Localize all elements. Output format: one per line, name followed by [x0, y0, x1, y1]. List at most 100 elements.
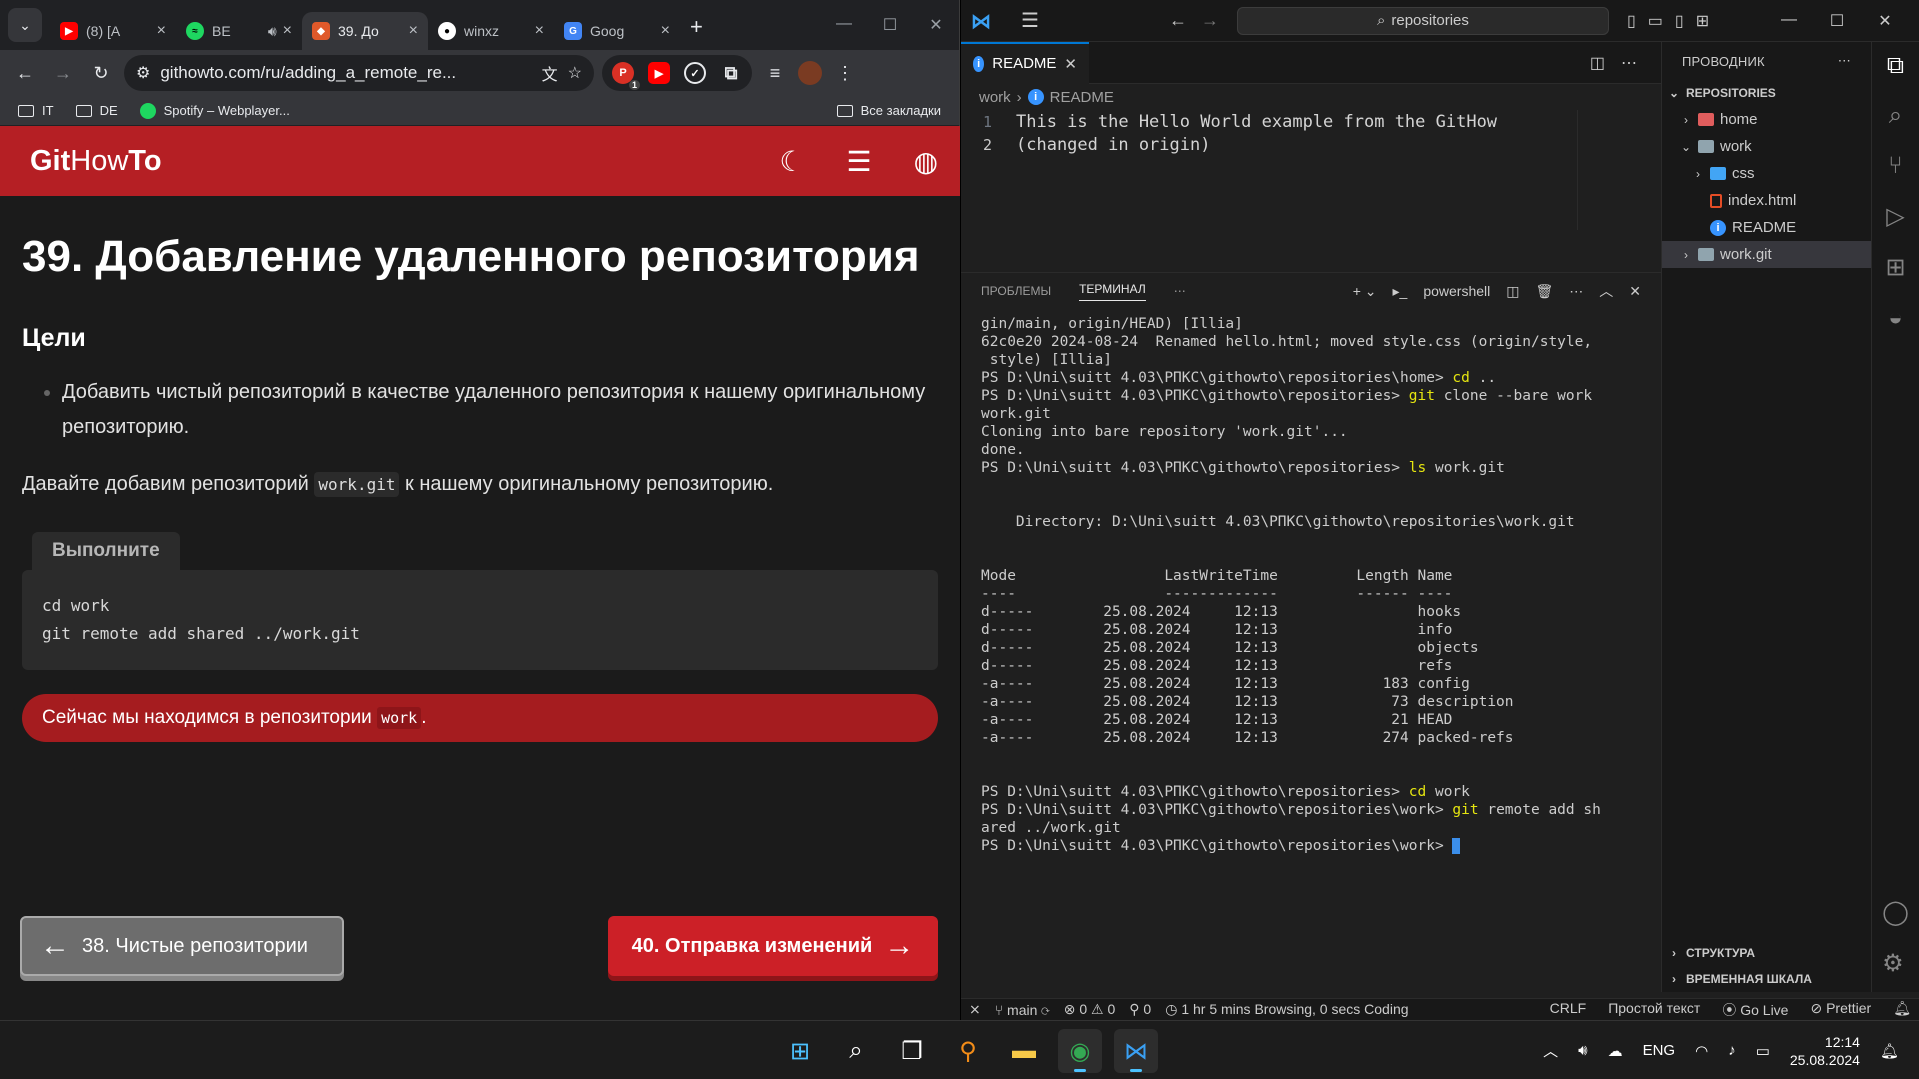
- tab-spotify[interactable]: ≈ BE 🔊︎ ×: [176, 12, 302, 50]
- tab-youtube[interactable]: ▶ (8) [A ×: [50, 12, 176, 50]
- site-logo[interactable]: GitHowTo: [30, 145, 162, 178]
- minimize-icon[interactable]: —: [821, 15, 867, 35]
- go-live-button[interactable]: ⦿ Go Live: [1722, 1000, 1788, 1020]
- more-actions-icon[interactable]: ⋯: [1174, 284, 1186, 298]
- breadcrumb-folder[interactable]: work: [979, 89, 1011, 106]
- close-tab-icon[interactable]: ×: [409, 22, 418, 40]
- maximize-panel-icon[interactable]: ︿: [1599, 281, 1613, 301]
- toggle-panel-icon[interactable]: ▭: [1648, 11, 1663, 31]
- task-view-button[interactable]: ❐: [890, 1029, 934, 1073]
- tree-item-work[interactable]: ⌄ work: [1662, 133, 1871, 160]
- speaker-icon[interactable]: 🔊︎: [1578, 1042, 1587, 1059]
- workspace-root[interactable]: ⌄ REPOSITORIES: [1662, 80, 1871, 106]
- media-control-icon[interactable]: ≡: [760, 58, 790, 88]
- timeline-section[interactable]: › ВРЕМЕННАЯ ШКАЛА: [1662, 966, 1871, 992]
- more-actions-icon[interactable]: ⋯: [1838, 53, 1851, 69]
- close-tab-icon[interactable]: ×: [283, 22, 292, 40]
- all-bookmarks[interactable]: Все закладки: [836, 103, 941, 118]
- more-actions-icon[interactable]: ⋯: [1569, 283, 1583, 300]
- prev-lesson-button[interactable]: ← 38. Чистые репозитории: [20, 916, 344, 976]
- battery-icon[interactable]: ▭: [1756, 1042, 1770, 1060]
- forward-icon[interactable]: →: [48, 58, 78, 88]
- tree-item-work-git[interactable]: › work.git: [1662, 241, 1871, 268]
- theme-toggle-icon[interactable]: ☾: [779, 145, 804, 178]
- wifi-icon[interactable]: ◠: [1695, 1042, 1708, 1060]
- terminal-shell-label[interactable]: powershell: [1423, 283, 1490, 299]
- eol-status[interactable]: CRLF: [1550, 1000, 1587, 1020]
- search-button[interactable]: ⌕: [834, 1029, 878, 1073]
- toggle-sidebar-icon[interactable]: ▯: [1627, 11, 1636, 31]
- tab-google-translate[interactable]: G Goog ×: [554, 12, 680, 50]
- tree-item-readme[interactable]: i README: [1662, 214, 1871, 241]
- close-tab-icon[interactable]: ✕: [1064, 55, 1077, 73]
- address-bar[interactable]: ⚙ githowto.com/ru/adding_a_remote_re... …: [124, 55, 594, 91]
- explorer-icon[interactable]: ⧉: [1887, 52, 1904, 80]
- youtube-extension-icon[interactable]: ▶: [648, 62, 670, 84]
- close-panel-icon[interactable]: ✕: [1629, 283, 1641, 300]
- minimap[interactable]: [1577, 110, 1639, 230]
- onedrive-icon[interactable]: ☁: [1608, 1042, 1623, 1060]
- run-debug-icon[interactable]: ▷: [1886, 202, 1904, 231]
- close-icon[interactable]: ✕: [913, 15, 959, 35]
- search-app-button[interactable]: ⚲: [946, 1029, 990, 1073]
- tab-github[interactable]: ● winxz ×: [428, 12, 554, 50]
- close-tab-icon[interactable]: ×: [661, 22, 670, 40]
- problems-status[interactable]: ⊗ 0 ⚠ 0: [1064, 1001, 1116, 1018]
- puzzle-icon[interactable]: ⧉: [720, 62, 742, 84]
- search-icon[interactable]: ⌕: [1889, 102, 1902, 130]
- url-text[interactable]: githowto.com/ru/adding_a_remote_re...: [160, 63, 531, 83]
- notification-bell-icon[interactable]: 🔔︎: [1880, 1042, 1899, 1060]
- remote-icon[interactable]: ⨯: [969, 1001, 981, 1018]
- reload-icon[interactable]: ↻: [86, 58, 116, 88]
- tree-item-home[interactable]: › home: [1662, 106, 1871, 133]
- bookmark-folder-it[interactable]: IT: [18, 103, 54, 118]
- outline-section[interactable]: › СТРУКТУРА: [1662, 940, 1871, 966]
- file-explorer-button[interactable]: ▬: [1002, 1029, 1046, 1073]
- tab-problems[interactable]: ПРОБЛЕМЫ: [981, 284, 1051, 298]
- branch-status[interactable]: ⑂ main ⟳: [995, 1002, 1050, 1018]
- extensions-icon[interactable]: ⊞: [1885, 253, 1905, 282]
- settings-gear-icon[interactable]: ⚙: [1882, 949, 1909, 978]
- split-terminal-icon[interactable]: ◫: [1506, 283, 1519, 300]
- chevron-up-icon[interactable]: ︿: [1543, 1040, 1558, 1061]
- menu-icon[interactable]: ☰: [1021, 8, 1039, 33]
- source-control-icon[interactable]: ⑂: [1888, 152, 1902, 180]
- bookmark-star-icon[interactable]: ☆: [568, 63, 582, 83]
- code-editor[interactable]: 1 This is the Hello World example from t…: [961, 110, 1661, 250]
- tab-terminal[interactable]: ТЕРМИНАЛ: [1079, 282, 1146, 301]
- back-icon[interactable]: ←: [1169, 10, 1187, 31]
- ports-status[interactable]: ⚲ 0: [1129, 1001, 1151, 1018]
- language-indicator[interactable]: ENG: [1643, 1042, 1676, 1059]
- language-status[interactable]: Простой текст: [1608, 1000, 1700, 1020]
- toggle-secondary-sidebar-icon[interactable]: ▯: [1675, 11, 1684, 31]
- volume-icon[interactable]: ♪: [1728, 1042, 1736, 1059]
- more-actions-icon[interactable]: ⋯: [1621, 53, 1637, 73]
- extension-icon[interactable]: P1: [612, 62, 640, 90]
- tab-githowto[interactable]: ◆ 39. До ×: [302, 12, 428, 50]
- menu-icon[interactable]: ☰: [846, 145, 871, 178]
- site-info-icon[interactable]: ⚙: [136, 63, 150, 83]
- vscode-taskbar-button[interactable]: ⋈: [1114, 1029, 1158, 1073]
- wakatime-status[interactable]: ◷ 1 hr 5 mins Browsing, 0 secs Coding: [1165, 1001, 1408, 1018]
- account-icon[interactable]: ◯: [1882, 898, 1909, 927]
- terminal-output[interactable]: gin/main, origin/HEAD) [Illia] 62c0e20 20…: [981, 315, 1651, 855]
- new-tab-button[interactable]: +: [690, 14, 703, 40]
- maximize-icon[interactable]: ☐: [1813, 11, 1861, 31]
- check-extension-icon[interactable]: ✓: [684, 62, 706, 84]
- split-editor-icon[interactable]: ◫: [1590, 53, 1605, 73]
- next-lesson-button[interactable]: 40. Отправка изменений →: [608, 916, 938, 976]
- maximize-icon[interactable]: ☐: [867, 15, 913, 35]
- tab-search-button[interactable]: ⌄: [8, 8, 42, 42]
- docker-icon[interactable]: ◒: [1888, 304, 1903, 332]
- clock[interactable]: 12:14 25.08.2024: [1790, 1033, 1860, 1069]
- back-icon[interactable]: ←: [10, 58, 40, 88]
- breadcrumb-file[interactable]: README: [1050, 89, 1114, 106]
- speaker-icon[interactable]: 🔊︎: [268, 23, 277, 40]
- minimize-icon[interactable]: —: [1765, 11, 1813, 31]
- tree-item-index-html[interactable]: index.html: [1662, 187, 1871, 214]
- close-tab-icon[interactable]: ×: [157, 22, 166, 40]
- translate-icon[interactable]: 文: [542, 61, 558, 85]
- prettier-status[interactable]: ⊘ Prettier: [1810, 1000, 1871, 1020]
- globe-icon[interactable]: ◍: [914, 145, 938, 178]
- new-terminal-icon[interactable]: + ⌄: [1353, 283, 1377, 300]
